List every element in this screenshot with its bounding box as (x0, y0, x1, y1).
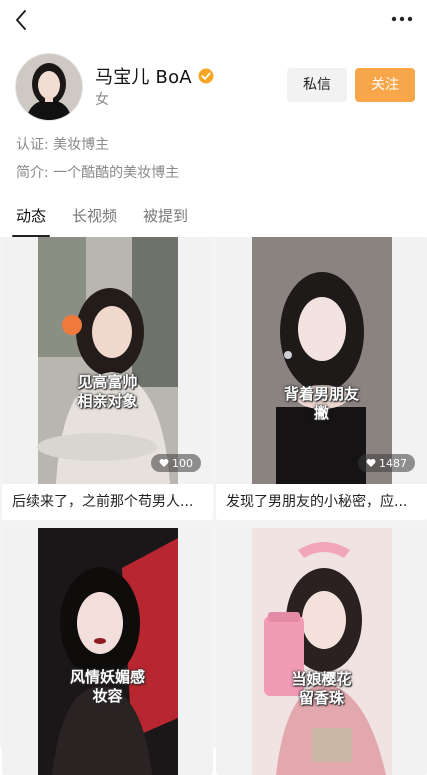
more-options-icon[interactable] (391, 12, 413, 26)
post-thumbnail[interactable]: 背着男朋友撇 1487 (216, 237, 427, 484)
like-count-badge: 1487 (358, 454, 415, 472)
bio-value: 一个酷酷的美妆博主 (53, 165, 180, 181)
bio-label: 简介: (16, 165, 49, 181)
like-count-badge: 100 (151, 454, 201, 472)
heart-icon (159, 459, 169, 467)
tab-posts[interactable]: 动态 (11, 205, 51, 237)
avatar[interactable] (15, 53, 83, 121)
verified-badge-icon (198, 68, 214, 84)
bio-line: 简介: 一个酷酷的美妆博主 (16, 162, 179, 182)
gender-label: 女 (95, 92, 109, 108)
post-card[interactable]: 风情妖媚感 妆容 (2, 528, 213, 775)
tab-mentions[interactable]: 被提到 (143, 205, 188, 235)
post-card[interactable]: 当娘樱花 留香珠 (216, 528, 427, 775)
follow-button[interactable]: 关注 (355, 68, 415, 102)
content-tabs: 动态 长视频 被提到 (11, 205, 188, 237)
post-overlay-text: 风情妖媚感 妆容 (69, 668, 145, 705)
verification-label: 认证: (16, 137, 49, 153)
post-thumbnail[interactable]: 见高富帅 相亲对象 100 (2, 237, 213, 484)
user-name: 马宝儿 BoA (95, 67, 192, 88)
top-bar (0, 0, 427, 44)
post-feed: 见高富帅 相亲对象 100 后续来了，之前那个苟男人... 背着男朋友撇 148… (0, 237, 427, 775)
post-thumbnail[interactable]: 当娘樱花 留香珠 (216, 528, 427, 775)
verification-value: 美妆博主 (53, 137, 110, 153)
name-row: 马宝儿 BoA (95, 63, 214, 89)
post-card[interactable]: 见高富帅 相亲对象 100 后续来了，之前那个苟男人... (2, 237, 213, 520)
post-overlay-text: 见高富帅 相亲对象 (77, 373, 138, 410)
post-overlay-text: 背着男朋友撇 (283, 385, 359, 422)
back-arrow-icon[interactable] (12, 8, 32, 32)
verification-line: 认证: 美妆博主 (16, 134, 109, 154)
post-caption[interactable]: 发现了男朋友的小秘密，应... (216, 484, 427, 520)
message-button[interactable]: 私信 (287, 68, 347, 102)
post-overlay-text: 当娘樱花 留香珠 (291, 670, 352, 707)
post-card[interactable]: 背着男朋友撇 1487 发现了男朋友的小秘密，应... (216, 237, 427, 520)
post-caption[interactable]: 后续来了，之前那个苟男人... (2, 484, 213, 520)
post-thumbnail[interactable]: 风情妖媚感 妆容 (2, 528, 213, 775)
heart-icon (366, 459, 376, 467)
tab-long-videos[interactable]: 长视频 (72, 205, 117, 235)
